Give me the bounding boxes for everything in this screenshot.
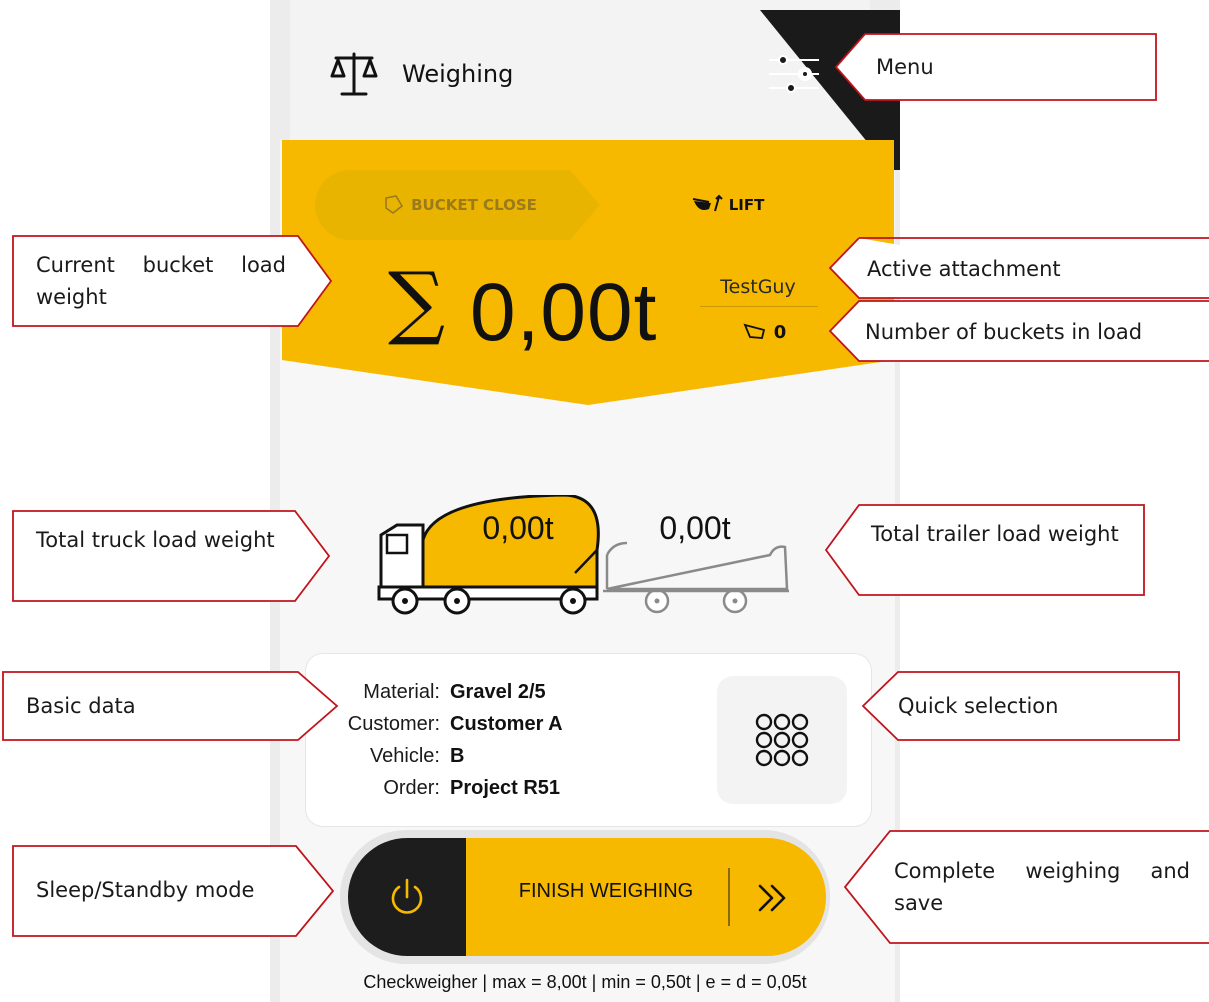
callout-current-bucket-text: Current bucket load weight: [36, 253, 286, 309]
callout-basic-data: Basic data: [2, 671, 339, 741]
mode-label-bucket-close: BUCKET CLOSE: [411, 196, 537, 214]
finish-divider: [728, 868, 730, 926]
mode-label-lift: LIFT: [728, 196, 765, 214]
customer-value: Customer A: [450, 712, 563, 735]
data-row-vehicle: Vehicle: B: [310, 741, 465, 771]
callout-total-truck: Total truck load weight: [12, 510, 331, 602]
vehicle-label: Vehicle:: [369, 744, 440, 767]
bucket-icon: [743, 323, 765, 339]
mode-option-bucket-close[interactable]: BUCKET CLOSE: [315, 170, 605, 240]
callout-complete: Complete weighing and save: [843, 830, 1209, 944]
callout-total-trailer-text: Total trailer load weight: [871, 522, 1119, 546]
callout-menu: Menu: [834, 33, 1157, 101]
quick-selection-button[interactable]: [717, 676, 847, 804]
bucket-close-icon: [385, 195, 404, 214]
callout-active-attachment-text: Active attachment: [867, 257, 1061, 281]
attachment-divider: [700, 306, 818, 307]
callout-quick-selection: Quick selection: [861, 671, 1180, 741]
scale-icon: [330, 52, 378, 96]
current-load-weight: 0,00t: [470, 267, 658, 358]
data-row-material: Material: Gravel 2/5: [310, 677, 546, 707]
active-attachment[interactable]: TestGuy: [698, 276, 818, 298]
mode-option-lift[interactable]: LIFT: [600, 170, 855, 240]
trailer-load-weight: 0,00t: [659, 510, 731, 546]
order-label: Order:: [383, 776, 440, 799]
app-screen: Weighing BUCKET CLOSE LIFT ∑ 0,00t TestG…: [270, 0, 900, 1002]
material-value: Gravel 2/5: [450, 680, 546, 703]
callout-complete-text: Complete weighing and save: [894, 859, 1190, 915]
callout-menu-text: Menu: [876, 55, 934, 79]
data-row-order: Order: Project R51: [310, 773, 560, 803]
order-value: Project R51: [450, 776, 561, 799]
truck-load-weight: 0,00t: [482, 510, 554, 546]
callout-basic-data-text: Basic data: [26, 694, 136, 718]
bucket-count: 0: [714, 320, 814, 344]
callout-sleep-mode-text: Sleep/Standby mode: [36, 878, 255, 902]
lift-icon: [692, 194, 723, 212]
power-icon: [391, 878, 423, 914]
callout-sleep-mode: Sleep/Standby mode: [12, 845, 335, 937]
callout-bucket-count-text: Number of buckets in load: [865, 320, 1143, 344]
data-row-customer: Customer: Customer A: [310, 709, 563, 739]
scale-info-footer: Checkweigher | max = 8,00t | min = 0,50t…: [363, 972, 807, 992]
sum-icon: ∑: [388, 255, 446, 348]
finish-weighing-label: FINISH WEIGHING: [518, 880, 694, 902]
callout-quick-selection-text: Quick selection: [898, 694, 1059, 718]
callout-total-trailer: Total trailer load weight: [824, 504, 1145, 596]
double-chevron-right-icon: [758, 884, 786, 912]
callout-bucket-count: Number of buckets in load: [828, 300, 1209, 362]
callout-active-attachment: Active attachment: [828, 237, 1209, 299]
callout-total-truck-text: Total truck load weight: [36, 528, 275, 552]
page-title: Weighing: [402, 60, 514, 88]
callout-current-bucket: Current bucket load weight: [12, 235, 333, 327]
vehicle-value: B: [450, 744, 465, 767]
bucket-count-value: 0: [773, 321, 787, 343]
menu-sliders-icon[interactable]: [765, 50, 825, 98]
grid-dots-icon: [755, 713, 809, 767]
